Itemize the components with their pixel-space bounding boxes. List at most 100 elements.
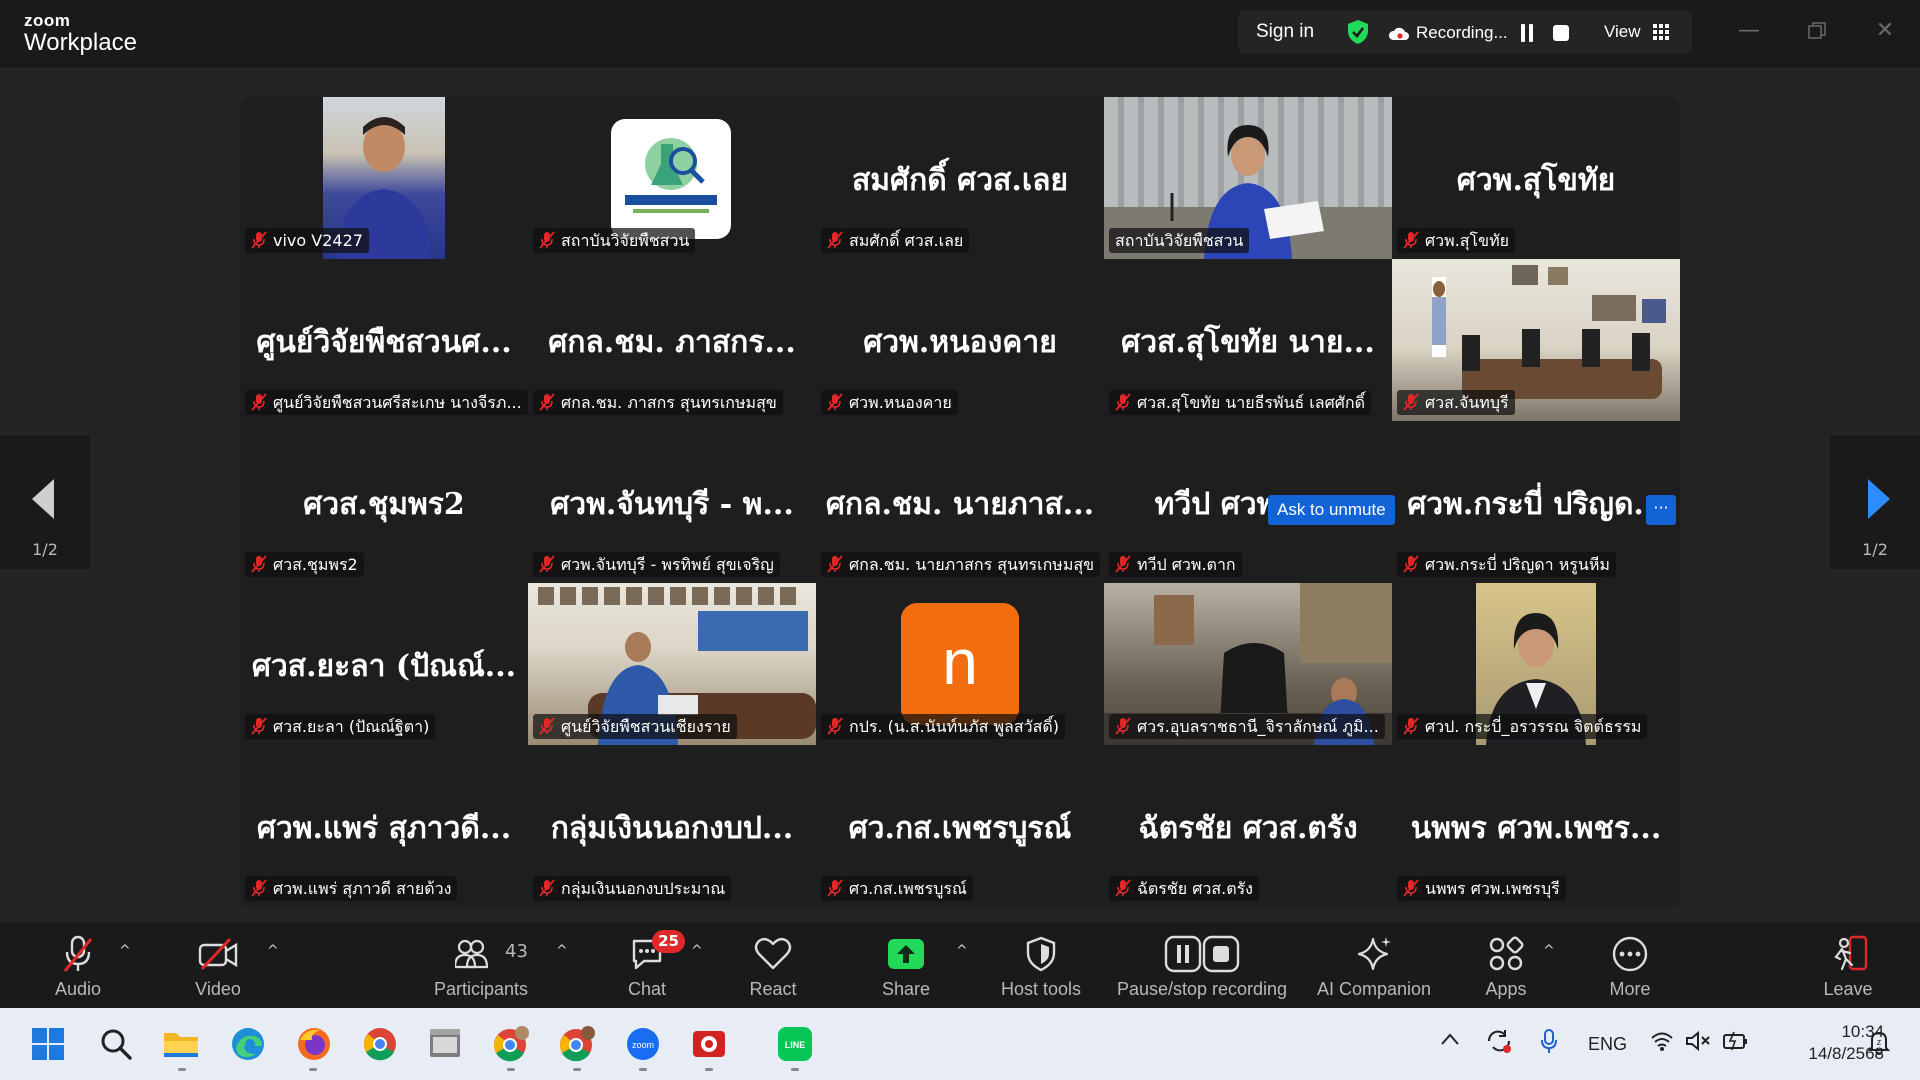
leave-label: Leave [1823,979,1873,999]
participant-name: ศวพ.กระบี่ ปริญดา หรูนหีม [1397,552,1616,577]
participant-tile[interactable]: ศว.กส.เพชรบูรณ์ ศว.กส.เพชรบูรณ์ [816,745,1104,907]
participant-tile[interactable]: สมศักดิ์ ศวส.เลย สมศักดิ์ ศวส.เลย [816,97,1104,259]
grid-view-icon[interactable] [1653,24,1669,44]
participant-name: สมศักดิ์ ศวส.เลย [821,228,970,253]
screen-recorder-icon[interactable] [688,1023,730,1065]
firefox-icon[interactable] [293,1023,335,1065]
more-button[interactable]: More [1602,933,1658,1000]
input-language[interactable]: ENG [1588,1034,1627,1055]
sync-icon[interactable] [1485,1028,1513,1059]
participant-tile[interactable]: ศกล.ชม. ภาสกร... ศกล.ชม. ภาสกร สุนทรเกษม… [528,259,816,421]
windows-taskbar [0,1008,1920,1080]
chrome-icon[interactable] [359,1023,401,1065]
participant-tile[interactable]: ศวส.ชุมพร2 ศวส.ชุมพร2 [240,421,528,583]
chrome-profile-icon[interactable] [490,1023,532,1065]
taskbar-running-indicator [507,1068,515,1071]
previous-page-button[interactable]: 1/2 [0,435,90,569]
taskbar-running-indicator [573,1068,581,1071]
mic-muted-icon [251,879,267,897]
participant-tile[interactable]: ศวพ.จันทบุรี - พ... ศวพ.จันทบุรี - พรทิพ… [528,421,816,583]
participant-tile[interactable]: ศวส.จันทบุรี [1392,259,1680,421]
speaker-muted-icon[interactable] [1685,1030,1711,1057]
battery-icon[interactable] [1722,1030,1750,1057]
participant-tile[interactable]: ศูนย์วิจัยพืชสวนศ... ศูนย์วิจัยพืชสวนศรี… [240,259,528,421]
sign-in-link[interactable]: Sign in [1256,21,1314,43]
audio-options-chevron-icon[interactable]: ^ [119,943,131,959]
minimize-icon[interactable]: — [1734,16,1764,46]
mic-muted-icon [539,717,555,735]
pause-stop-recording-button[interactable]: Pause/stop recording [1110,933,1294,1000]
pause-stop-recording-label: Pause/stop recording [1116,979,1288,999]
participant-tile[interactable]: ศวป. กระบี่_อรวรรณ จิตต์ธรรม [1392,583,1680,745]
participant-tile[interactable]: ศวพ.หนองคาย ศวพ.หนองคาย [816,259,1104,421]
taskbar-running-indicator [791,1068,799,1071]
view-button[interactable]: View [1604,22,1641,42]
leave-button[interactable]: Leave [1822,933,1874,1000]
video-options-chevron-icon[interactable]: ^ [267,943,279,959]
participant-tile[interactable]: ศวพ.สุโขทัย ศวพ.สุโขทัย [1392,97,1680,259]
microphone-icon[interactable] [1539,1028,1559,1059]
chrome-profile-2-icon[interactable] [556,1023,598,1065]
participant-name: ศว.กส.เพชรบูรณ์ [821,876,973,901]
pause-recording-icon[interactable] [1520,24,1534,42]
restore-icon[interactable] [1802,16,1832,46]
logo-top-text: zoom [24,11,71,30]
ask-to-unmute-button[interactable]: Ask to unmute [1268,495,1395,525]
participant-name: ศวส.จันทบุรี [1397,390,1515,415]
participant-display-name: ศูนย์วิจัยพืชสวนศ... [256,325,512,360]
participant-tile[interactable]: ศวพ.กระบี่ ปริญด... ศวพ.กระบี่ ปริญดา หร… [1392,421,1680,583]
participant-tile[interactable]: ศูนย์วิจัยพืชสวนเชียงราย [528,583,816,745]
share-options-chevron-icon[interactable]: ^ [956,943,968,959]
participant-name: ศวส.สุโขทัย นายธีรพันธ์ เลศศักดิ์ [1109,390,1371,415]
active-speaker-tile[interactable]: สถาบันวิจัยพืชสวน [1104,97,1392,259]
participant-tile[interactable]: ฉัตรชัย ศวส.ตรัง ฉัตรชัย ศวส.ตรัง [1104,745,1392,907]
participant-name: กลุ่มเงินนอกงบประมาณ [533,876,732,901]
participant-tile[interactable]: ศวพ.แพร่ สุภาวดี... ศวพ.แพร่ สุภาวดี สาย… [240,745,528,907]
start-icon[interactable] [27,1023,69,1065]
apps-label: Apps [1485,979,1527,999]
participant-tile[interactable]: นพพร ศวพ.เพชร... นพพร ศวพ.เพชรบุรี [1392,745,1680,907]
file-manager-icon[interactable] [424,1023,466,1065]
apps-button[interactable]: Apps [1480,933,1532,1000]
arrow-right-icon [1868,479,1890,519]
show-hidden-icons-chevron-icon[interactable] [1440,1032,1460,1051]
tile-more-options-button[interactable]: ··· [1646,495,1676,525]
taskbar-running-indicator [639,1068,647,1071]
shield-icon [1026,936,1056,972]
participant-tile[interactable]: ศวส.สุโขทัย นาย... ศวส.สุโขทัย นายธีรพัน… [1104,259,1392,421]
participant-tile[interactable]: ศวร.อุบลราชธานี_จิราลักษณ์ ภูมิ... [1104,583,1392,745]
participant-tile[interactable]: ศกล.ชม. นายภาส... ศกล.ชม. นายภาสกร สุนทร… [816,421,1104,583]
mic-muted-icon [827,879,843,897]
close-icon[interactable]: ✕ [1870,16,1900,46]
share-button[interactable]: Share [878,933,934,1000]
participants-options-chevron-icon[interactable]: ^ [556,943,568,959]
search-icon[interactable] [95,1023,137,1065]
wifi-icon[interactable] [1650,1030,1674,1057]
file-explorer-icon[interactable] [160,1023,202,1065]
line-icon[interactable]: LINE [774,1023,816,1065]
participant-tile[interactable]: กลุ่มเงินนอกงบป... กลุ่มเงินนอกงบประมาณ [528,745,816,907]
notifications-icon[interactable]: z [1867,1030,1891,1061]
participant-tile[interactable]: vivo V2427 [240,97,528,259]
participant-tile[interactable]: n กปร. (น.ส.นันท์นภัส พูลสวัสดิ์) [816,583,1104,745]
taskbar-running-indicator [178,1068,186,1071]
participant-tile[interactable]: สถาบันวิจัยพืชสวน [528,97,816,259]
ai-sparkle-icon [1357,937,1391,971]
edge-icon[interactable] [227,1023,269,1065]
participant-name: ฉัตรชัย ศวส.ตรัง [1109,876,1259,901]
host-tools-button[interactable]: Host tools [996,933,1086,1000]
more-icon [1612,936,1648,972]
chat-options-chevron-icon[interactable]: ^ [691,943,703,959]
taskbar-running-indicator [705,1068,713,1071]
participant-tile[interactable]: ศวส.ยะลา (ปัณณ์... ศวส.ยะลา (ปัณณ์ฐิตา) [240,583,528,745]
apps-options-chevron-icon[interactable]: ^ [1543,943,1555,959]
mic-muted-icon [1115,717,1131,735]
stop-recording-icon[interactable] [1553,25,1569,41]
next-page-button[interactable]: 1/2 [1830,435,1920,569]
ai-companion-button[interactable]: AI Companion [1314,933,1434,1000]
react-button[interactable]: React [740,933,806,1000]
video-button[interactable]: Video [176,933,260,1000]
audio-button[interactable]: Audio [38,933,118,1000]
zoom-icon[interactable]: zoom [622,1023,664,1065]
encryption-shield-icon[interactable] [1346,19,1370,49]
